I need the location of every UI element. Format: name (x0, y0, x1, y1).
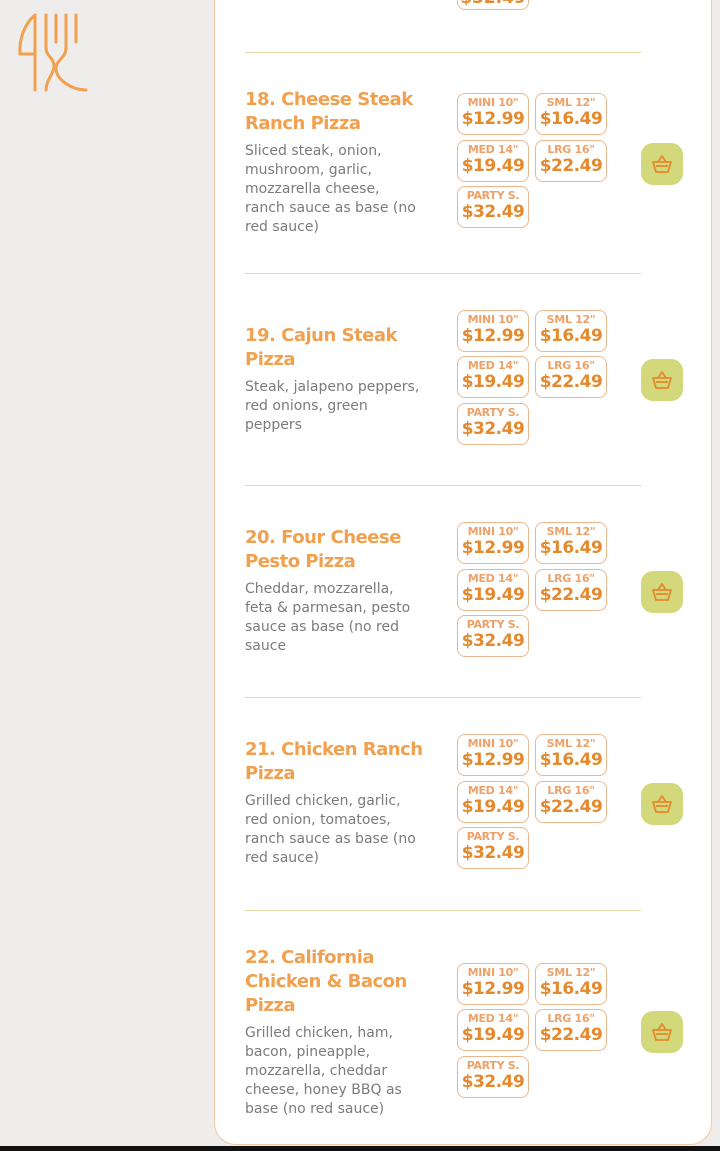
item-title: 18. Cheese Steak Ranch Pizza (245, 89, 413, 134)
add-to-cart-button[interactable] (641, 1011, 683, 1053)
item-description: Grilled chicken, garlic, red onion, tomat… (245, 793, 416, 866)
basket-icon (652, 583, 672, 601)
price-option-large[interactable]: LRG 16" $22.49 (535, 781, 607, 823)
price-option-small[interactable]: SML 12" $16.49 (535, 93, 607, 135)
divider (245, 485, 641, 486)
price-option-party[interactable]: PARTY S. $32.49 (457, 827, 529, 869)
price-option-small[interactable]: SML 12" $16.49 (535, 522, 607, 564)
price-option-party[interactable]: PARTY S. $32.49 (457, 403, 529, 445)
item-title: 21. Chicken Ranch Pizza (245, 739, 423, 784)
price-option-party[interactable]: PARTY S. $32.49 (457, 615, 529, 657)
divider (245, 273, 641, 274)
price-option-medium[interactable]: MED 14" $19.49 (457, 1009, 529, 1051)
basket-icon (652, 371, 672, 389)
system-nav-bar (0, 1146, 720, 1151)
add-to-cart-button[interactable] (641, 571, 683, 613)
divider (245, 697, 641, 698)
price-option-large[interactable]: LRG 16" $22.49 (535, 356, 607, 398)
price-option-large[interactable]: LRG 16" $22.49 (535, 569, 607, 611)
item-description: Sliced steak, onion, mushroom, garlic, moz… (245, 143, 416, 235)
basket-icon (652, 1023, 672, 1041)
item-title: 22. California Chicken & Bacon Pizza (245, 947, 407, 1016)
price-option-large[interactable]: LRG 16" $22.49 (535, 1009, 607, 1051)
price-option-small[interactable]: SML 12" $16.49 (535, 963, 607, 1005)
add-to-cart-button[interactable] (641, 143, 683, 185)
divider (245, 910, 641, 911)
item-title: 19. Cajun Steak Pizza (245, 325, 397, 370)
price-amount: $32.49 (458, 0, 528, 8)
item-title: 20. Four Cheese Pesto Pizza (245, 527, 401, 572)
item-description: Grilled chicken, ham, bacon, pineapple, mo… (245, 1025, 402, 1117)
add-to-cart-button[interactable] (641, 783, 683, 825)
price-option-medium[interactable]: MED 14" $19.49 (457, 356, 529, 398)
price-option-mini[interactable]: MINI 10" $12.99 (457, 93, 529, 135)
price-option-large[interactable]: LRG 16" $22.49 (535, 140, 607, 182)
price-option-small[interactable]: SML 12" $16.49 (535, 310, 607, 352)
price-option-mini[interactable]: MINI 10" $12.99 (457, 734, 529, 776)
price-option-party[interactable]: PARTY S. $32.49 (457, 186, 529, 228)
price-option-party[interactable]: PARTY S. $32.49 (457, 1056, 529, 1098)
divider (245, 52, 641, 53)
basket-icon (652, 795, 672, 813)
fork-knife-icon (18, 13, 88, 92)
price-option-medium[interactable]: MED 14" $19.49 (457, 569, 529, 611)
price-option-medium[interactable]: MED 14" $19.49 (457, 140, 529, 182)
item-description: Steak, jalapeno peppers, red onions, gree… (245, 379, 420, 433)
price-option-mini[interactable]: MINI 10" $12.99 (457, 522, 529, 564)
add-to-cart-button[interactable] (641, 359, 683, 401)
price-option-medium[interactable]: MED 14" $19.49 (457, 781, 529, 823)
price-option-mini[interactable]: MINI 10" $12.99 (457, 963, 529, 1005)
basket-icon (652, 155, 672, 173)
price-option-small[interactable]: SML 12" $16.49 (535, 734, 607, 776)
price-option-partial[interactable]: $32.49 (457, 0, 529, 10)
item-description: Cheddar, mozzarella, feta & parmesan, pes… (245, 581, 411, 654)
price-option-mini[interactable]: MINI 10" $12.99 (457, 310, 529, 352)
